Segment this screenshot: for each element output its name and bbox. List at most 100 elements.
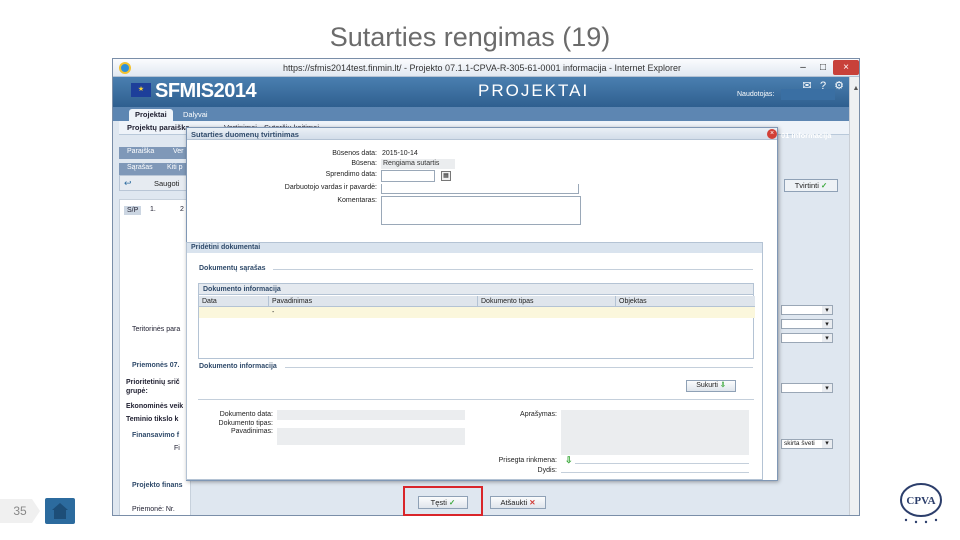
mail-icon[interactable]: ✉ <box>801 80 813 92</box>
sprendimo-data-label: Sprendimo data: <box>325 171 377 178</box>
bg-label-prioritetiniu: Prioritetinių srič <box>126 379 180 386</box>
busena-label: Būsena: <box>351 160 377 167</box>
col-objektas[interactable]: Objektas <box>616 296 755 307</box>
busena-value: Rengiama sutartis <box>381 159 455 169</box>
tab-projektai[interactable]: Projektai <box>129 109 173 121</box>
app-header: ★ SFMIS2014 PROJEKTAI Naudotojas: ✉ ? ⚙ <box>113 77 849 107</box>
browser-titlebar: https://sfmis2014test.finmin.lt/ - Proje… <box>113 59 859 77</box>
gear-icon[interactable]: ⚙ <box>833 80 845 92</box>
cell-pavadinimas: - <box>272 309 275 316</box>
page-number: 35 <box>0 499 40 523</box>
bg-tab-2[interactable]: 2 <box>180 206 184 213</box>
cpva-logo: CPVA <box>896 480 946 524</box>
busenos-data-label: Būsenos data: <box>332 150 377 157</box>
bg-select-3[interactable]: ▾ <box>781 333 833 343</box>
main-tabbar: Projektai Dalyvai <box>113 107 849 121</box>
bg-select-5[interactable]: skirta šveti ▾ <box>781 439 833 449</box>
slide-title: Sutarties rengimas (19) <box>329 22 611 52</box>
bg-label-fi: Fi <box>174 445 180 452</box>
bg-tab-paraiska[interactable]: Paraiška <box>127 148 154 155</box>
bg-label-ekonomines: Ekonominės veik <box>126 403 184 410</box>
divider <box>575 463 749 464</box>
close-window-button[interactable]: × <box>833 60 859 75</box>
darbuotojo-input[interactable] <box>381 184 579 194</box>
sukurti-button[interactable]: Sukurti ⇩ <box>686 380 736 392</box>
bg-select-4[interactable]: ▾ <box>781 383 833 393</box>
calendar-icon[interactable]: ▦ <box>441 171 451 181</box>
col-data[interactable]: Data <box>199 296 269 307</box>
bg-select-2[interactable]: ▾ <box>781 319 833 329</box>
doc-tipas-label: Dokumento tipas: <box>218 420 273 427</box>
bg-tab-row-2: Sąrašas Kiti p <box>119 163 191 175</box>
sukurti-label: Sukurti <box>696 382 718 389</box>
bg-tab-1[interactable]: 1. <box>150 206 156 213</box>
cancel-icon: ✕ <box>529 498 536 507</box>
chevron-down-icon: ▾ <box>822 320 832 328</box>
tvirtinti-button[interactable]: Tvirtinti ✓ <box>784 179 838 192</box>
cell-data <box>199 307 269 318</box>
check-icon: ✓ <box>820 181 828 190</box>
busenos-data-value: 2015-10-14 <box>382 150 418 157</box>
col-pavadinimas[interactable]: Pavadinimas <box>269 296 478 307</box>
scroll-up-icon[interactable]: ▲ <box>851 85 859 95</box>
tab-dalyvai[interactable]: Dalyvai <box>177 109 214 121</box>
bg-label-grupe: grupė: <box>126 388 148 395</box>
sprendimo-data-input[interactable] <box>381 170 435 182</box>
atsaukti-button[interactable]: Atšaukti ✕ <box>490 496 546 509</box>
module-title: PROJEKTAI <box>478 81 590 100</box>
download-icon[interactable]: ⇩ <box>565 455 573 466</box>
bg-label-teritorines: Teritorinės para <box>132 326 181 333</box>
help-icon[interactable]: ? <box>817 80 829 92</box>
col-dokumento-tipas[interactable]: Dokumento tipas <box>478 296 616 307</box>
doc-data-label: Dokumento data: <box>219 411 273 418</box>
add-icon: ⇩ <box>719 382 726 389</box>
tvirtinti-label: Tvirtinti <box>794 181 819 190</box>
bg-tab-row-1: Paraiška Ver <box>119 147 191 159</box>
dialog-title: Sutarties duomenų tvirtinimas <box>191 130 299 139</box>
documents-list-title: Dokumentų sąrašas <box>199 265 266 272</box>
eu-flag-icon: ★ <box>131 83 151 97</box>
prisegta-label: Prisegta rinkmena: <box>498 457 557 464</box>
chevron-down-icon: ▾ <box>822 440 832 448</box>
save-button[interactable]: Saugoti <box>154 179 179 188</box>
dydis-label: Dydis: <box>537 467 557 474</box>
divider <box>561 472 749 473</box>
attached-documents-section: Pridėtini dokumentai Dokumentų sąrašas D… <box>186 242 763 480</box>
svg-text:CPVA: CPVA <box>906 495 935 507</box>
maximize-button[interactable]: □ <box>813 60 833 75</box>
dialog-header: Sutarties duomenų tvirtinimas × <box>187 128 777 140</box>
documents-table-caption: Dokumento informacija <box>199 284 753 295</box>
bg-tab-kiti[interactable]: Kiti p <box>167 164 183 171</box>
bg-label-priemone-nr: Priemonė: Nr. <box>132 506 175 513</box>
bg-tab-sp[interactable]: S/P <box>124 206 142 215</box>
internet-explorer-icon <box>119 62 131 74</box>
bg-right-column: ▾ ▾ ▾ ▾ skirta šveti ▾ <box>781 175 849 505</box>
komentaras-textarea[interactable] <box>381 196 581 225</box>
aprasymas-label: Aprašymas: <box>520 411 557 418</box>
pavadinimas-label: Pavadinimas: <box>230 428 273 435</box>
app-logo: SFMIS2014 <box>155 80 257 102</box>
divider <box>273 269 753 270</box>
documents-table: Dokumento informacija Data Pavadinimas D… <box>198 283 755 359</box>
browser-title: https://sfmis2014test.finmin.lt/ - Proje… <box>283 63 682 73</box>
document-info-title: Dokumento informacija <box>199 363 277 370</box>
home-button[interactable] <box>45 498 75 524</box>
minimize-button[interactable]: – <box>793 60 813 75</box>
cpva-logo-mark: CPVA <box>900 483 942 524</box>
bg-form: S/P 1. 2 Teritorinės para Priemonės 07. … <box>119 199 191 515</box>
aprasymas-field <box>561 410 749 455</box>
subnav-projektu-paraiska[interactable]: Projektų paraiška <box>127 123 190 132</box>
attached-documents-title: Pridėtini dokumentai <box>187 243 762 253</box>
bg-tab-sarasas[interactable]: Sąrašas <box>127 164 153 171</box>
chevron-down-icon: ▾ <box>822 306 832 314</box>
vertical-scrollbar[interactable]: ▲ <box>849 77 859 515</box>
bg-select-1[interactable]: ▾ <box>781 305 833 315</box>
bg-select-5-value: skirta šveti <box>784 440 815 447</box>
back-arrow-icon[interactable]: ↩ <box>124 178 132 189</box>
bg-label-teminio: Teminio tikslo k <box>126 416 179 423</box>
close-dialog-icon[interactable]: × <box>767 129 777 139</box>
bg-toolbar: ↩ Saugoti <box>119 175 191 191</box>
bg-label-finansavimo: Finansavimo f <box>132 432 180 439</box>
atsaukti-label: Atšaukti <box>500 498 528 507</box>
bg-tab-ver[interactable]: Ver <box>173 148 184 155</box>
